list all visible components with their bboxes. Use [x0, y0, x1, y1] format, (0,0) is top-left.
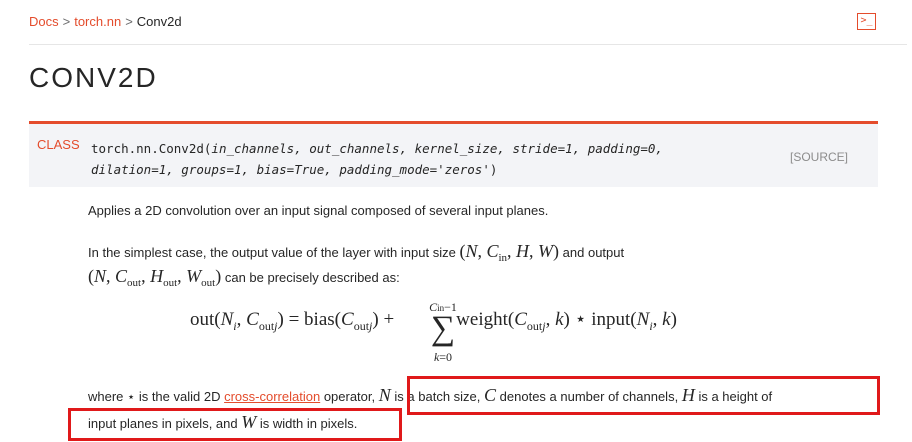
source-link[interactable]: [SOURCE] — [790, 150, 848, 164]
math-n: N — [378, 385, 391, 405]
text: and output — [562, 245, 625, 260]
terminal-shortcut-icon[interactable]: >_ — [857, 13, 876, 30]
signature-code: torch.nn.Conv2d(in_channels, out_channel… — [91, 138, 731, 180]
math-output-size: (N, Cout, Hout, Wout) — [88, 266, 222, 289]
header-divider — [29, 44, 907, 45]
text: In the simplest case, the output value o… — [88, 245, 456, 260]
signature-close-paren: ) — [489, 162, 498, 177]
highlight-box — [407, 376, 880, 415]
text: can be precisely described as: — [224, 270, 400, 285]
breadcrumb: Docs > torch.nn > Conv2d — [29, 14, 182, 29]
class-signature: CLASS torch.nn.Conv2d(in_channels, out_c… — [29, 121, 878, 187]
breadcrumb-torch-nn-link[interactable]: torch.nn — [74, 14, 121, 29]
text: is the valid 2D — [138, 389, 221, 404]
cross-correlation-link[interactable]: cross-correlation — [224, 389, 320, 404]
breadcrumb-separator: > — [125, 14, 133, 29]
star-operator: ⋆ — [127, 389, 136, 404]
breadcrumb-docs-link[interactable]: Docs — [29, 14, 59, 29]
page-title: CONV2D — [29, 62, 158, 93]
class-label: CLASS — [37, 137, 80, 152]
description-paragraph-size: In the simplest case, the output value o… — [88, 240, 624, 290]
text: operator, — [323, 389, 376, 404]
math-input-size: (N, Cin, H, W) — [459, 241, 560, 264]
breadcrumb-current: Conv2d — [136, 14, 182, 29]
class-name: torch.nn.Conv2d( — [91, 141, 212, 156]
description-paragraph: Applies a 2D convolution over an input s… — [88, 203, 549, 218]
text: where — [88, 389, 124, 404]
highlight-box — [68, 408, 402, 441]
signature-params-line1: in_channels, out_channels, kernel_size, … — [211, 141, 663, 156]
breadcrumb-separator: > — [62, 14, 71, 29]
signature-params-line2: dilation=1, groups=1, bias=True, padding… — [91, 162, 490, 177]
